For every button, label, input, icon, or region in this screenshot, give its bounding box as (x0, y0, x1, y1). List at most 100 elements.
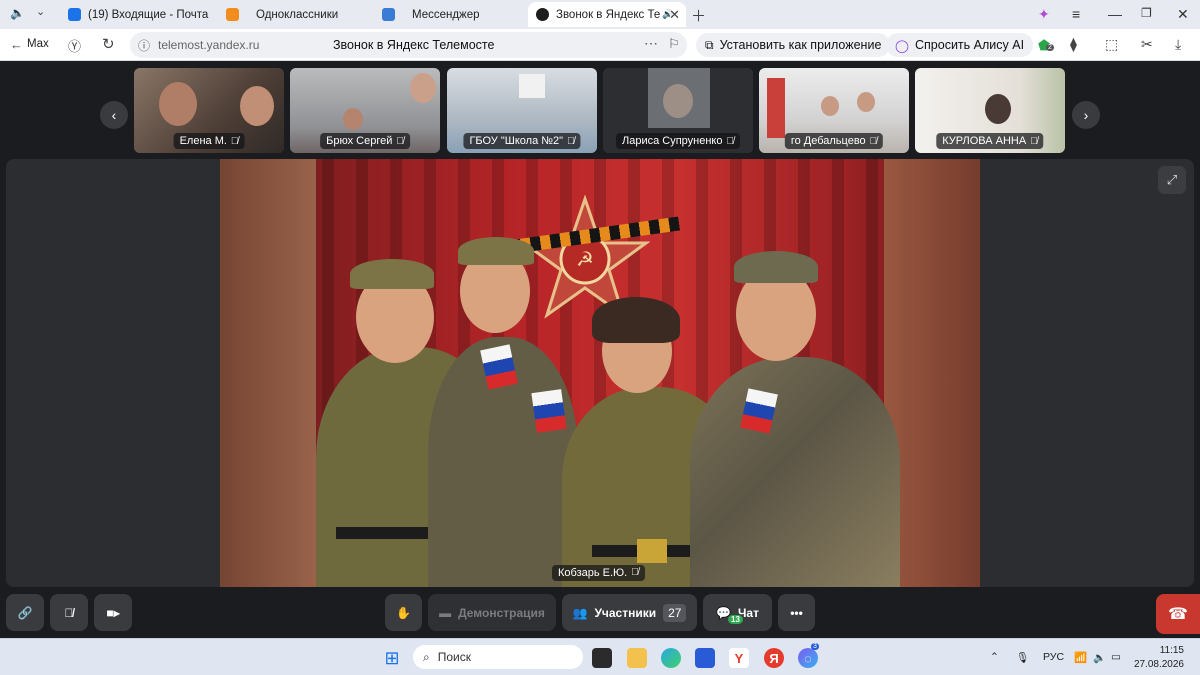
participant-tile[interactable]: Елена М. 🎙̸ (134, 68, 284, 153)
participants-button[interactable]: 👥 Участники 27 (562, 594, 697, 631)
strip-prev-button[interactable]: ‹ (100, 101, 128, 129)
install-app-button[interactable]: ⧉ Установить как приложение (696, 33, 891, 57)
participant-name-badge: Брюх Сергей 🎙̸ (320, 133, 410, 149)
address-field[interactable]: ⓘ telemost.yandex.ru Звонок в Яндекс Тел… (130, 32, 687, 58)
app-notification-badge: 3 (811, 643, 819, 650)
more-options-button[interactable]: ••• (778, 594, 815, 631)
child-hair (592, 297, 680, 343)
input-language[interactable]: РУС (1043, 651, 1064, 663)
mic-off-icon: 🎙̸ (230, 135, 239, 147)
participant-name-badge: ГБОУ "Школа №2" 🎙̸ (463, 133, 581, 149)
close-window-icon[interactable]: ✕ (1177, 6, 1189, 23)
browser-tab-strip: 🔈 ⌄ (19) Входящие - Почта Ма Одноклассни… (0, 0, 1200, 29)
microphone-toggle[interactable]: 🎙̸ (50, 594, 88, 631)
store-icon[interactable] (695, 648, 715, 668)
bookmark-icon[interactable]: ⚐ (668, 36, 680, 52)
participant-face (343, 108, 363, 130)
participant-tile[interactable]: го Дебальцево 🎙̸ (759, 68, 909, 153)
end-call-button[interactable]: ☎ (1156, 594, 1200, 634)
back-arrow-icon[interactable]: ← (10, 37, 23, 52)
battery-icon[interactable]: ▭ (1111, 651, 1121, 663)
participant-video-detail (519, 74, 545, 98)
strip-next-button[interactable]: › (1072, 101, 1100, 129)
yandex-browser-icon[interactable]: Y (729, 648, 749, 668)
video-blur-left (220, 159, 316, 587)
tab-telemost[interactable]: Звонок в Яндекс Те 🔊 ✕ (528, 2, 686, 27)
speaker-icon[interactable]: 🔈 (10, 6, 25, 20)
participant-name-badge: Лариса Супруненко 🎙̸ (616, 133, 740, 149)
file-explorer-icon[interactable] (627, 648, 647, 668)
participant-tile[interactable]: Лариса Супруненко 🎙̸ (603, 68, 753, 153)
participant-tile[interactable]: Брюх Сергей 🎙̸ (290, 68, 440, 153)
tray-mic-icon[interactable]: 🎙 (1016, 651, 1029, 664)
participant-video-detail (767, 78, 785, 138)
ask-alice-button[interactable]: ◯ Спросить Алису AI (886, 33, 1034, 57)
participant-face (857, 92, 875, 112)
chat-unread-badge: 13 (728, 615, 743, 624)
participant-tile[interactable]: ГБОУ "Школа №2" 🎙̸ (447, 68, 597, 153)
telemost-icon (536, 8, 549, 21)
chevron-down-icon[interactable]: ⌄ (36, 5, 45, 18)
tab-label: (19) Входящие - Почта Ма (88, 8, 212, 21)
search-label: Поиск (437, 650, 471, 664)
screen-share-label: Демонстрация (458, 605, 545, 620)
svg-text:☭: ☭ (576, 247, 594, 271)
yandex-icon[interactable]: Ⓨ (68, 36, 81, 55)
more-icon[interactable]: ⋯ (644, 35, 658, 52)
restore-icon[interactable]: ❐ (1141, 6, 1152, 20)
site-info-icon[interactable]: ⓘ (138, 37, 150, 54)
tab-mail[interactable]: (19) Входящие - Почта Ма (60, 2, 212, 27)
garrison-cap (458, 237, 534, 265)
mic-off-icon: 🎙̸ (726, 135, 735, 147)
new-tab-button[interactable]: ＋ (691, 5, 706, 26)
system-clock[interactable]: 11:15 27.08.2026 (1134, 644, 1184, 672)
participant-name-badge: го Дебальцево 🎙̸ (784, 133, 884, 149)
expand-icon: ⤢ (1166, 172, 1178, 187)
url-text: telemost.yandex.ru (158, 38, 260, 52)
participants-count: 27 (663, 603, 687, 622)
volume-icon[interactable]: 🔈 (1093, 651, 1106, 664)
copy-link-button[interactable]: 🔗 (6, 594, 44, 631)
raise-hand-button[interactable]: ✋ (385, 594, 422, 631)
mic-off-icon: 🎙̸ (396, 135, 404, 147)
alice-icon[interactable]: ✦ (1038, 6, 1050, 23)
extensions-icon[interactable]: ⧫ (1070, 36, 1077, 53)
chat-button[interactable]: 💬 Чат 13 (703, 594, 772, 631)
people-icon: 👥 (572, 605, 588, 620)
tab-label: Звонок в Яндекс Те (556, 8, 661, 21)
active-speaker-video: ☭ (220, 159, 980, 587)
wifi-icon[interactable]: 📶 (1074, 651, 1087, 664)
edge-icon[interactable] (661, 648, 681, 668)
active-speaker-badge: Кобзарь Е.Ю. 🎙̸ (552, 565, 645, 581)
windows-taskbar: ⊞ ⌕ Поиск Y Я ◌ 3 ⌃ 🎙 РУС 📶 🔈 ▭ 11:15 27… (0, 638, 1200, 675)
camera-toggle[interactable]: ■▸ (94, 594, 132, 631)
close-icon[interactable]: ✕ (669, 7, 680, 23)
taskbar-search[interactable]: ⌕ Поиск (413, 645, 583, 669)
chevron-left-icon: ‹ (111, 107, 117, 123)
tray-chevron-up-icon[interactable]: ⌃ (990, 651, 999, 663)
clock-time: 11:15 (1159, 645, 1184, 656)
fullscreen-button[interactable]: ⤢ (1158, 166, 1186, 194)
participant-face (240, 86, 274, 126)
windows-start-icon[interactable]: ⊞ (382, 648, 402, 668)
minimize-icon[interactable]: — (1108, 6, 1122, 22)
participant-tile[interactable]: КУРЛОВА АННА 🎙̸ (915, 68, 1065, 153)
tab-odnoklassniki[interactable]: Одноклассники (218, 2, 370, 27)
phone-hangup-icon: ☎ (1168, 606, 1188, 623)
chevron-right-icon: › (1083, 107, 1089, 123)
menu-icon[interactable]: ≡ (1072, 6, 1080, 22)
screenshot-icon[interactable]: ✂ (1141, 36, 1153, 53)
tab-messenger[interactable]: Мессенджер (374, 2, 524, 27)
reload-icon[interactable]: ↻ (102, 35, 115, 53)
extension-badge: 2 (1046, 44, 1054, 51)
screen-share-button[interactable]: ▬ Демонстрация (428, 594, 556, 631)
participant-name-badge: КУРЛОВА АННА 🎙̸ (936, 133, 1044, 149)
back-label[interactable]: Max (27, 38, 49, 50)
collections-icon[interactable]: ⬚ (1105, 36, 1118, 53)
yandex-icon[interactable]: Я (764, 648, 784, 668)
messenger-app-icon[interactable]: ◌ (798, 648, 818, 668)
task-view-icon[interactable] (592, 648, 612, 668)
download-icon[interactable]: ⤓ (1175, 36, 1181, 53)
speaker-name: Кобзарь Е.Ю. (558, 567, 628, 579)
russian-flag (531, 389, 567, 433)
